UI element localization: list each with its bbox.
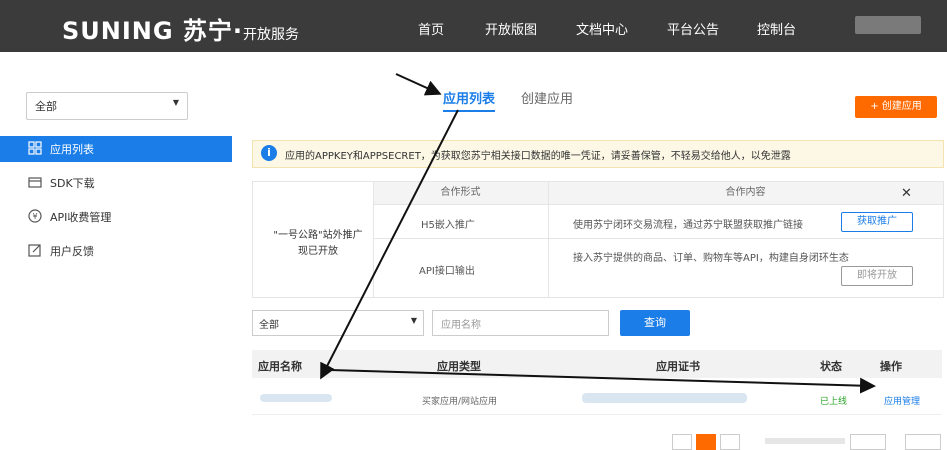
- arrow-to-app-name-col: [320, 109, 459, 380]
- arrow-to-app-manage: [329, 369, 876, 394]
- annotation-arrows: [320, 73, 876, 394]
- arrow-to-app-list-tab: [395, 73, 442, 96]
